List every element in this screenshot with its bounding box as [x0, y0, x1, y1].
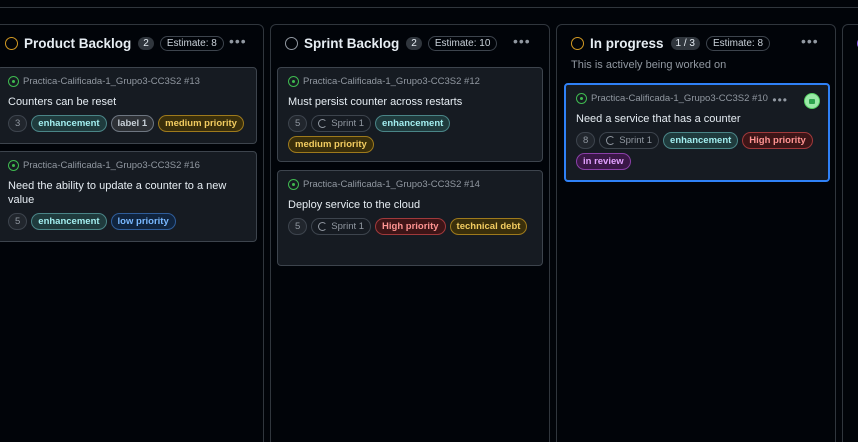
label-in-review[interactable]: in review [576, 153, 631, 170]
card-repo-label[interactable]: Practica-Calificada-1_Grupo3-CC3S2 #16 [23, 160, 200, 171]
iteration-icon [318, 119, 328, 128]
status-circle-icon [5, 36, 18, 50]
column-sprint-backlog: Sprint Backlog 2 Estimate: 10 ••• Practi… [270, 24, 550, 442]
label-high-priority[interactable]: High priority [742, 132, 813, 149]
card-title[interactable]: Counters can be reset [8, 95, 246, 109]
column-estimate: Estimate: 8 [159, 35, 224, 51]
iteration-icon [606, 136, 616, 145]
card-repo: Practica-Calificada-1_Grupo3-CC3S2 #14 [288, 179, 532, 190]
column-product-backlog: Product Backlog 2 Estimate: 8 ••• Practi… [0, 24, 264, 442]
card-repo: Practica-Calificada-1_Grupo3-CC3S2 #13 [8, 76, 246, 87]
issue-open-icon [8, 160, 19, 171]
status-circle-icon [285, 36, 298, 50]
top-bar-divider [0, 0, 858, 8]
label-high-priority[interactable]: High priority [375, 218, 446, 235]
card-labels: 5 Sprint 1 enhancement medium priority [288, 115, 532, 153]
column-title: Product Backlog [24, 35, 132, 51]
column-header: In progress 1 / 3 Estimate: 8 [557, 25, 835, 61]
card-repo-label[interactable]: Practica-Calificada-1_Grupo3-CC3S2 #13 [23, 76, 200, 87]
estimate-pill: 5 [288, 218, 308, 235]
card-labels: 8 Sprint 1 enhancement High priority in … [576, 132, 818, 170]
card-repo-label[interactable]: Practica-Calificada-1_Grupo3-CC3S2 #12 [303, 76, 480, 87]
card-labels: 3 enhancement label 1 medium priority [8, 115, 246, 132]
column-count: 2 [138, 36, 154, 50]
label-enhancement[interactable]: enhancement [663, 132, 739, 149]
card-repo-label[interactable]: Practica-Calificada-1_Grupo3-CC3S2 #10 [591, 93, 768, 104]
label-label-1[interactable]: label 1 [110, 115, 155, 132]
sprint-label: Sprint 1 [331, 221, 365, 232]
sprint-label: Sprint 1 [619, 135, 653, 146]
label-low-priority[interactable]: low priority [110, 213, 176, 230]
column-partial-next [842, 24, 858, 442]
column-count: 1 / 3 [670, 36, 700, 50]
issue-card-selected[interactable]: Practica-Calificada-1_Grupo3-CC3S2 #10 •… [564, 83, 830, 182]
sprint-pill[interactable]: Sprint 1 [311, 218, 372, 235]
card-repo-label[interactable]: Practica-Calificada-1_Grupo3-CC3S2 #14 [303, 179, 480, 190]
column-header: Product Backlog 2 Estimate: 8 [0, 25, 263, 61]
column-estimate: Estimate: 8 [706, 35, 771, 51]
issue-open-icon [288, 179, 299, 190]
column-title: Sprint Backlog [304, 35, 400, 51]
column-in-progress: In progress 1 / 3 Estimate: 8 ••• This i… [556, 24, 836, 442]
card-title[interactable]: Deploy service to the cloud [288, 198, 532, 212]
label-technical-debt[interactable]: technical debt [449, 218, 528, 235]
label-enhancement[interactable]: enhancement [31, 213, 107, 230]
column-menu-icon[interactable]: ••• [513, 33, 531, 49]
card-title[interactable]: Need the ability to update a counter to … [8, 179, 246, 207]
issue-card[interactable]: Practica-Calificada-1_Grupo3-CC3S2 #14 D… [277, 170, 543, 266]
sprint-label: Sprint 1 [331, 118, 365, 129]
label-enhancement[interactable]: enhancement [31, 115, 107, 132]
issue-card[interactable]: Practica-Calificada-1_Grupo3-CC3S2 #12 M… [277, 67, 543, 162]
column-estimate: Estimate: 10 [427, 35, 498, 51]
estimate-pill: 8 [576, 132, 596, 149]
column-count: 2 [406, 36, 422, 50]
column-menu-icon[interactable]: ••• [801, 33, 819, 49]
estimate-pill: 3 [8, 115, 28, 132]
label-medium-priority[interactable]: medium priority [158, 115, 244, 132]
card-labels: 5 enhancement low priority [8, 213, 246, 230]
card-repo: Practica-Calificada-1_Grupo3-CC3S2 #16 [8, 160, 246, 171]
issue-open-icon [576, 93, 587, 104]
column-header: Sprint Backlog 2 Estimate: 10 [271, 25, 549, 61]
card-title[interactable]: Must persist counter across restarts [288, 95, 532, 109]
card-labels: 5 Sprint 1 High priority technical debt [288, 218, 532, 235]
card-menu-icon[interactable]: ••• [772, 93, 788, 107]
sprint-pill[interactable]: Sprint 1 [599, 132, 660, 149]
issue-open-icon [8, 76, 19, 87]
issue-card[interactable]: Practica-Calificada-1_Grupo3-CC3S2 #13 C… [0, 67, 257, 144]
estimate-pill: 5 [8, 213, 28, 230]
issue-card[interactable]: Practica-Calificada-1_Grupo3-CC3S2 #16 N… [0, 151, 257, 242]
estimate-pill: 5 [288, 115, 308, 132]
card-repo: Practica-Calificada-1_Grupo3-CC3S2 #12 [288, 76, 532, 87]
column-description: This is actively being worked on [571, 59, 727, 71]
issue-open-icon [288, 76, 299, 87]
label-medium-priority[interactable]: medium priority [288, 136, 374, 153]
label-enhancement[interactable]: enhancement [375, 115, 451, 132]
assignee-avatar[interactable] [804, 93, 820, 109]
sprint-pill[interactable]: Sprint 1 [311, 115, 372, 132]
card-title[interactable]: Need a service that has a counter [576, 112, 818, 126]
column-menu-icon[interactable]: ••• [229, 33, 247, 49]
status-circle-icon [571, 36, 584, 50]
column-title: In progress [590, 35, 664, 51]
iteration-icon [318, 222, 328, 231]
